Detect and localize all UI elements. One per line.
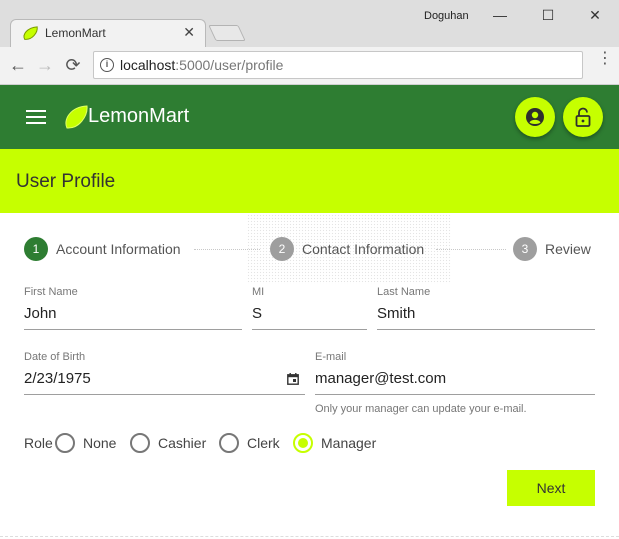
mi-field[interactable]: MI S [252, 286, 367, 331]
step-contact-information[interactable]: 2 Contact Information [270, 236, 440, 262]
radio-label: None [83, 435, 117, 451]
logout-button[interactable] [563, 97, 603, 137]
next-button[interactable]: Next [507, 470, 595, 506]
maximize-button[interactable]: ☐ [536, 3, 560, 27]
field-underline [377, 329, 595, 330]
step-connector [194, 249, 260, 250]
new-tab-button[interactable] [208, 25, 246, 41]
first-name-field[interactable]: First Name John [24, 286, 242, 331]
lemon-logo-icon [65, 105, 88, 129]
first-name-input[interactable]: John [24, 305, 57, 322]
field-label: E-mail [315, 351, 347, 363]
tab-close-icon[interactable]: ✕ [183, 24, 195, 41]
email-field[interactable]: E-mail manager@test.com [315, 351, 595, 396]
page-title: User Profile [16, 171, 116, 192]
radio-label: Cashier [158, 435, 207, 451]
step-label: Review [545, 241, 591, 257]
browser-profile-name[interactable]: Doguhan [424, 10, 469, 22]
browser-menu-icon[interactable]: ⋮ [597, 51, 613, 67]
email-hint: Only your manager can update your e-mail… [315, 403, 527, 415]
radio-button[interactable] [55, 433, 75, 453]
date-of-birth-field[interactable]: Date of Birth 2/23/1975 [24, 351, 305, 396]
mi-input[interactable]: S [252, 305, 262, 322]
browser-tab[interactable]: LemonMart ✕ [10, 19, 206, 47]
lock-open-icon [575, 107, 591, 127]
url-text: localhost:5000/user/profile [120, 57, 283, 73]
last-name-field[interactable]: Last Name Smith [377, 286, 595, 331]
role-option-manager[interactable]: Manager [293, 433, 385, 455]
page-header: User Profile [0, 149, 619, 213]
step-number: 2 [270, 237, 294, 261]
profile-button[interactable] [515, 97, 555, 137]
radio-button-selected[interactable] [293, 433, 313, 453]
role-label: Role [24, 435, 53, 451]
step-review[interactable]: 3 Review [513, 236, 603, 262]
app-toolbar: LemonMart [0, 85, 619, 149]
date-of-birth-input[interactable]: 2/23/1975 [24, 370, 91, 387]
role-option-clerk[interactable]: Clerk [219, 433, 285, 455]
step-label: Contact Information [302, 241, 425, 257]
lemon-favicon-icon [23, 26, 38, 40]
browser-toolbar: ← → ⟳ i localhost:5000/user/profile ⋮ [0, 47, 619, 85]
last-name-input[interactable]: Smith [377, 305, 415, 322]
forward-button[interactable]: → [34, 54, 56, 76]
radio-button[interactable] [219, 433, 239, 453]
page-bottom-edge [0, 536, 619, 537]
menu-icon[interactable] [26, 110, 46, 124]
reload-button[interactable]: ⟳ [62, 54, 84, 76]
field-label: MI [252, 286, 265, 298]
url-path: :5000/user/profile [175, 57, 284, 73]
step-account-information[interactable]: 1 Account Information [24, 236, 194, 262]
role-option-none[interactable]: None [55, 433, 125, 455]
email-input[interactable]: manager@test.com [315, 370, 446, 387]
minimize-button[interactable]: — [488, 3, 512, 27]
step-label: Account Information [56, 241, 181, 257]
step-connector [436, 249, 506, 250]
radio-button[interactable] [130, 433, 150, 453]
field-underline [252, 329, 367, 330]
radio-label: Clerk [247, 435, 280, 451]
field-underline [24, 394, 305, 395]
browser-titlebar: LemonMart ✕ Doguhan — ☐ ✕ [0, 0, 619, 47]
tab-title: LemonMart [45, 26, 106, 40]
url-host: localhost [120, 57, 176, 73]
address-bar[interactable]: i localhost:5000/user/profile [93, 51, 583, 79]
app-title[interactable]: LemonMart [88, 105, 189, 128]
calendar-icon[interactable] [287, 373, 299, 385]
back-button[interactable]: ← [7, 54, 29, 76]
role-option-cashier[interactable]: Cashier [130, 433, 214, 455]
account-circle-icon [526, 108, 544, 126]
field-label: First Name [24, 286, 78, 298]
step-number: 1 [24, 237, 48, 261]
window-close-button[interactable]: ✕ [583, 3, 607, 27]
field-label: Last Name [377, 286, 431, 298]
field-underline [24, 329, 242, 330]
field-underline [315, 394, 595, 395]
step-number: 3 [513, 237, 537, 261]
radio-label: Manager [321, 435, 377, 451]
field-label: Date of Birth [24, 351, 86, 363]
info-icon[interactable]: i [100, 58, 114, 72]
